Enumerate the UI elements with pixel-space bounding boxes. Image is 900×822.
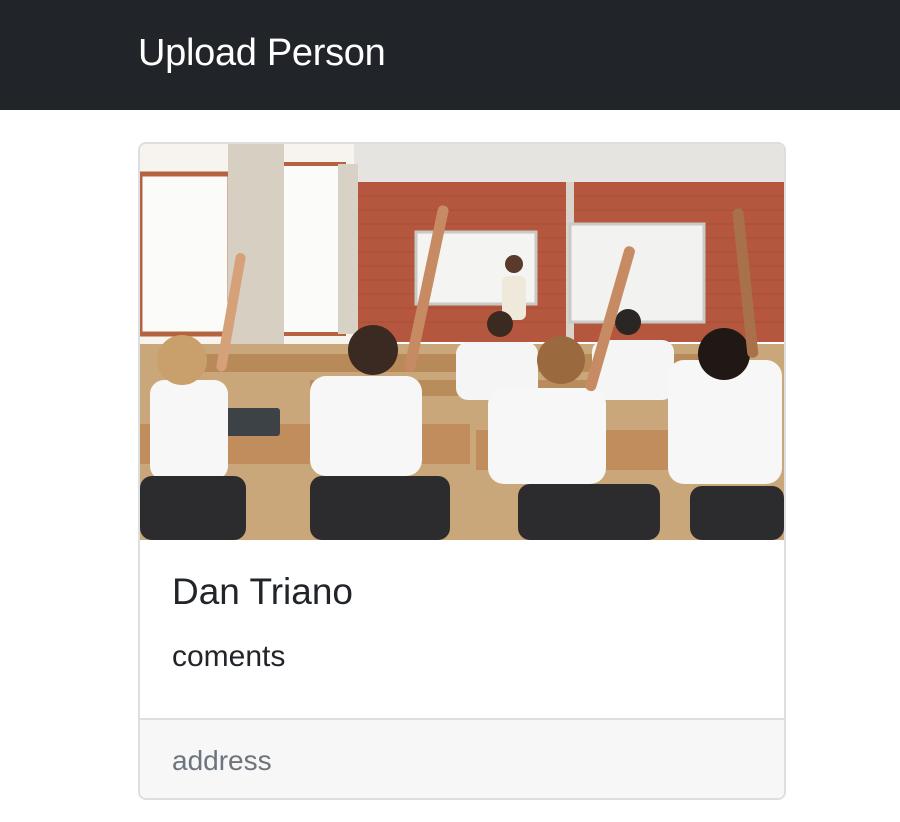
person-address: address	[172, 745, 272, 776]
person-card: Dan Triano coments address	[138, 142, 786, 800]
classroom-photo	[140, 144, 784, 540]
navbar-brand[interactable]: Upload Person	[138, 30, 386, 76]
card-body: Dan Triano coments	[140, 540, 784, 718]
top-navbar: Upload Person	[0, 0, 900, 110]
person-name: Dan Triano	[172, 571, 353, 612]
person-comments: coments	[172, 640, 286, 673]
card-footer: address	[140, 718, 784, 798]
